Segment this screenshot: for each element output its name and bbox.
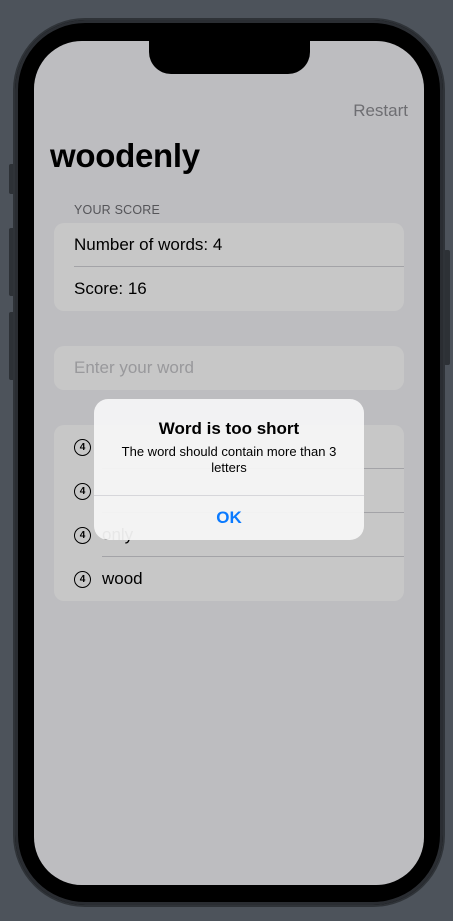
app-screen: Restart woodenly YOUR SCORE Number of wo… [34,41,424,885]
alert-title: Word is too short [158,419,300,438]
alert-ok-button[interactable]: OK [94,496,364,540]
device-power-button [444,250,450,365]
alert-message: The word should contain more than 3 lett… [121,444,337,475]
alert-dialog: Word is too short The word should contai… [94,399,364,540]
